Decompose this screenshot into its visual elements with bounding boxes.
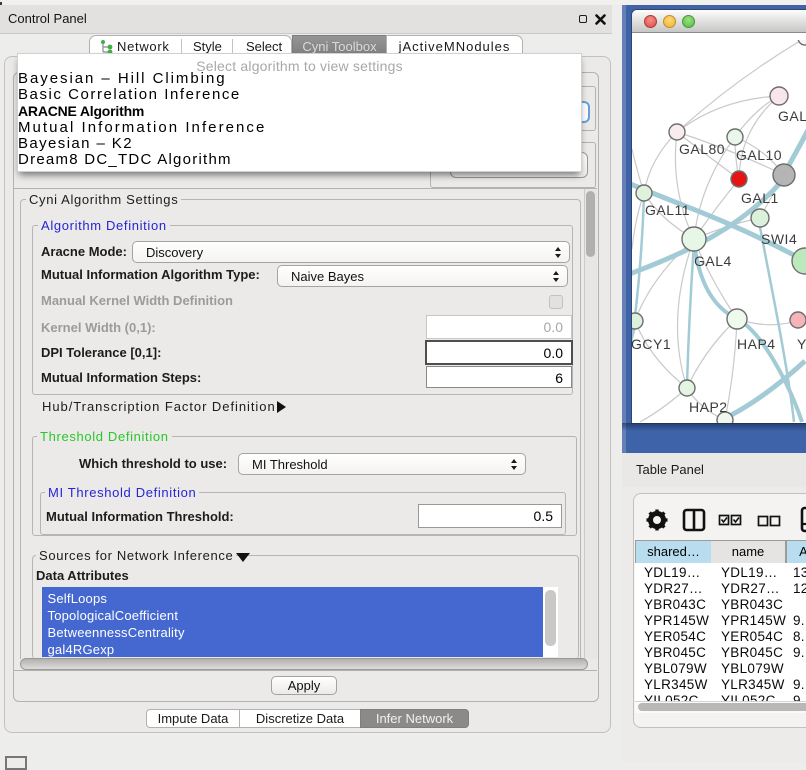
svg-text:GAL80: GAL80 [679,141,725,157]
svg-text:GAL7: GAL7 [778,108,806,124]
svg-text:SWI4: SWI4 [761,231,797,247]
svg-text:GCY1: GCY1 [632,336,671,352]
svg-text:GAL11: GAL11 [645,202,690,218]
svg-text:GAL1: GAL1 [741,190,779,206]
svg-text:GAL10: GAL10 [736,147,782,163]
svg-text:Y: Y [797,336,806,352]
svg-text:GAL4: GAL4 [694,253,732,269]
svg-text:HAP4: HAP4 [737,336,776,352]
svg-text:HAP2: HAP2 [689,399,728,415]
